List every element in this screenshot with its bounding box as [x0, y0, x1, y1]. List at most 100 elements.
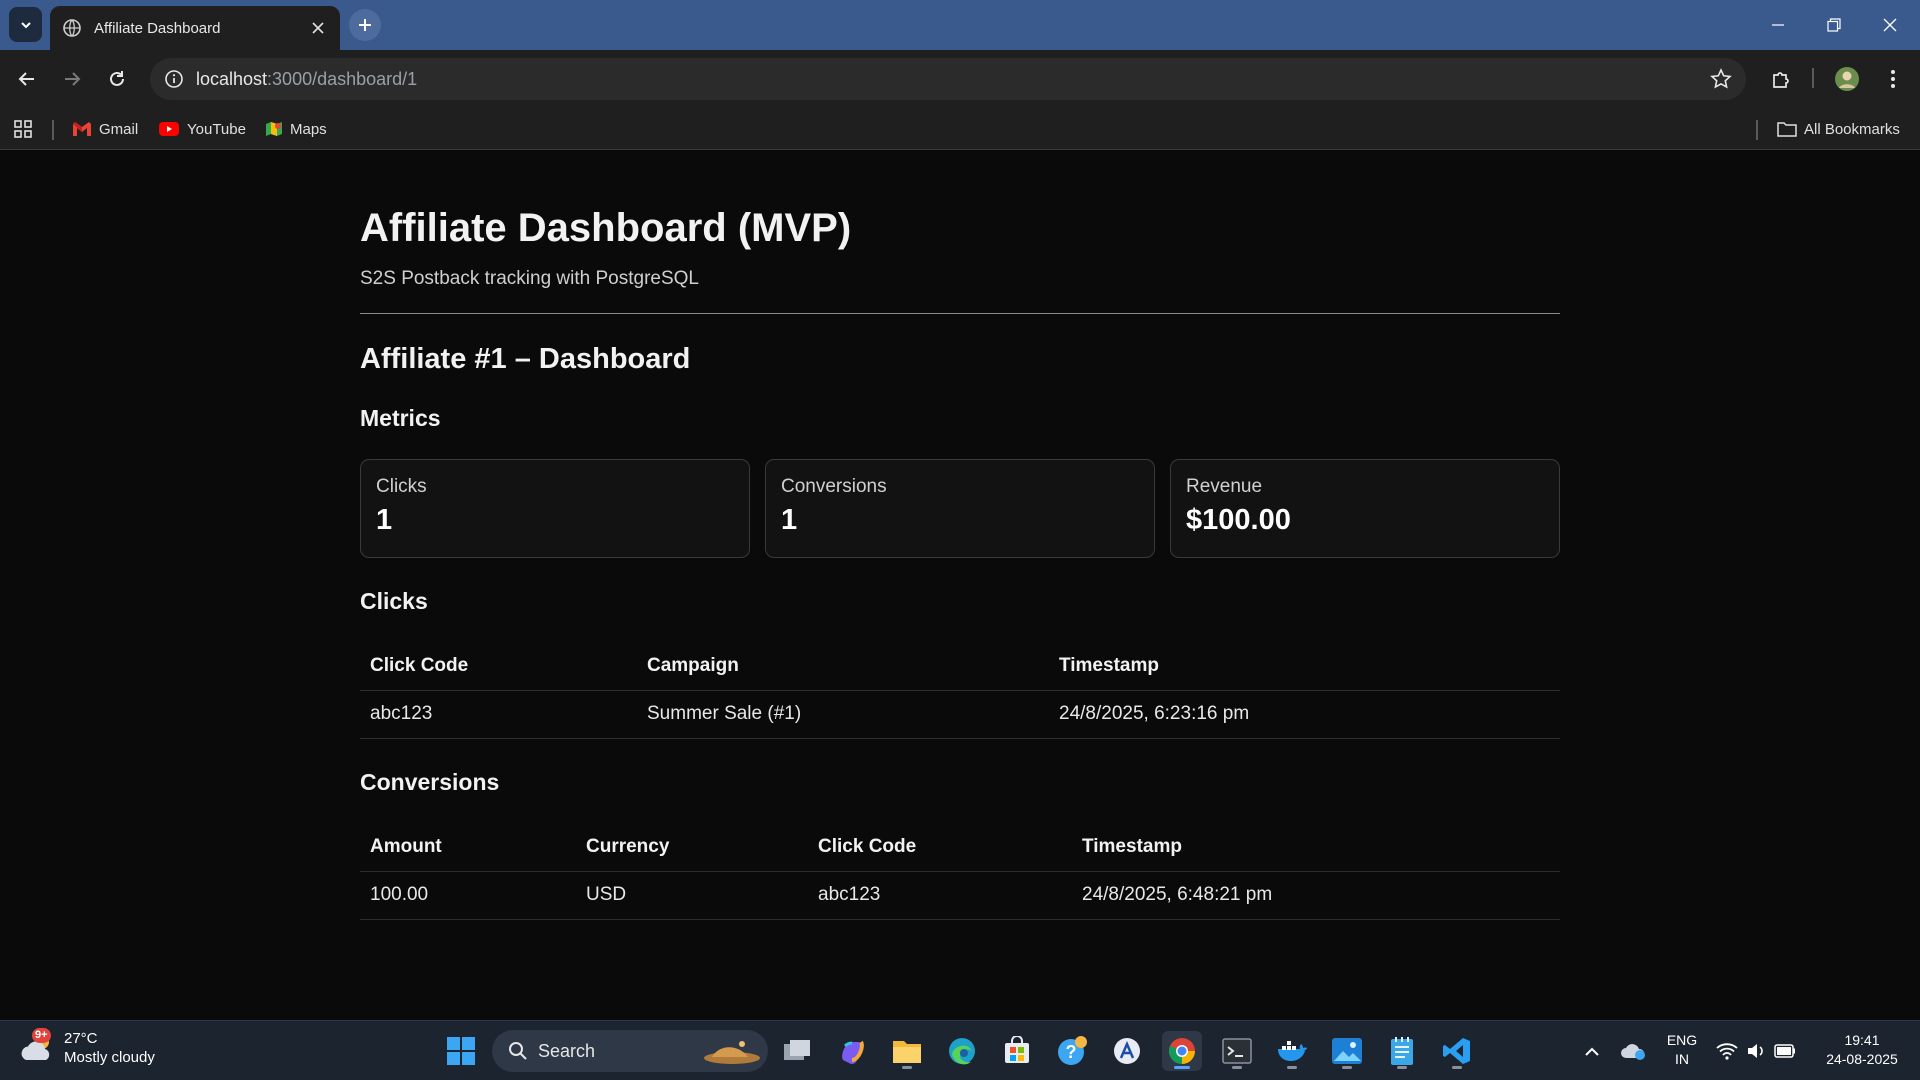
clock-time: 19:41	[1844, 1032, 1880, 1048]
running-indicator	[1452, 1066, 1462, 1069]
tab-strip: Affiliate Dashboard	[0, 0, 1920, 50]
minimize-button[interactable]	[1750, 0, 1806, 50]
tab-close-icon[interactable]	[308, 18, 328, 38]
apps-button[interactable]	[13, 116, 40, 142]
bookmarks-divider	[1756, 120, 1758, 140]
table-cell: 24/8/2025, 6:23:16 pm	[1049, 690, 1560, 739]
metric-value: 1	[376, 504, 393, 536]
info-icon[interactable]	[164, 69, 184, 89]
profile-avatar[interactable]	[1830, 62, 1864, 96]
edge-button[interactable]	[942, 1031, 982, 1071]
restore-button[interactable]	[1806, 0, 1862, 50]
column-header: Click Code	[808, 823, 1072, 872]
reload-icon	[110, 71, 124, 86]
column-header: Campaign	[637, 642, 1049, 691]
bookmark-label: Gmail	[99, 120, 139, 138]
vscode-button[interactable]	[1437, 1031, 1477, 1071]
browser-toolbar: localhost:3000/dashboard/1	[0, 50, 1920, 108]
more-vertical-icon	[1891, 70, 1895, 88]
bookmark-label: YouTube	[187, 120, 246, 138]
weather-text: 27°C Mostly cloudy	[64, 1029, 155, 1067]
quick-settings-button[interactable]	[1706, 1031, 1806, 1071]
tab-search-button[interactable]	[9, 7, 42, 42]
language-top: ENG	[1666, 1032, 1698, 1048]
table-cell: abc123	[808, 871, 1072, 920]
start-button[interactable]	[441, 1031, 481, 1071]
weather-badge: 9+	[32, 1028, 51, 1043]
tab-title: Affiliate Dashboard	[94, 19, 221, 37]
column-header: Timestamp	[1072, 823, 1560, 872]
help-button[interactable]: ?	[1052, 1031, 1092, 1071]
taskbar-search[interactable]: Search	[492, 1030, 768, 1072]
close-icon	[1883, 18, 1897, 32]
docker-icon	[1278, 1041, 1307, 1061]
folder-icon	[1777, 122, 1797, 137]
avatar-icon	[1835, 67, 1859, 91]
puzzle-icon	[1773, 72, 1789, 88]
bookmark-label: Maps	[290, 120, 327, 138]
url-path: :3000/dashboard/1	[267, 68, 418, 89]
store-button[interactable]	[997, 1031, 1037, 1071]
windows-icon	[447, 1037, 475, 1065]
chrome-icon	[1168, 1038, 1195, 1065]
clock[interactable]: 19:41 24-08-2025	[1812, 1031, 1912, 1069]
reload-button[interactable]	[100, 62, 134, 96]
bookmarks-divider	[52, 120, 54, 140]
arrow-left-icon	[18, 72, 34, 86]
url-host: localhost	[196, 68, 268, 89]
file-explorer-button[interactable]	[887, 1031, 927, 1071]
close-window-button[interactable]	[1862, 0, 1918, 50]
metric-value: $100.00	[1186, 504, 1291, 536]
language-indicator[interactable]: ENG IN	[1660, 1031, 1704, 1069]
new-tab-button[interactable]	[349, 9, 381, 41]
restore-icon	[1827, 18, 1841, 32]
help-icon: ?	[1058, 1036, 1087, 1065]
running-indicator	[1174, 1066, 1190, 1069]
globe-icon	[63, 19, 81, 37]
app-a-icon	[1114, 1038, 1140, 1064]
chrome-button[interactable]	[1162, 1031, 1202, 1071]
star-icon[interactable]	[1710, 68, 1732, 90]
toolbar-divider	[1812, 68, 1814, 88]
bookmark-maps[interactable]: Maps	[265, 116, 327, 142]
task-view-button[interactable]	[777, 1031, 817, 1071]
menu-button[interactable]	[1876, 62, 1910, 96]
copilot-button[interactable]	[832, 1031, 872, 1071]
folder-icon	[893, 1041, 921, 1063]
notepad-button[interactable]	[1382, 1031, 1422, 1071]
column-header: Timestamp	[1049, 642, 1560, 691]
battery-icon	[1774, 1044, 1795, 1058]
bookmark-youtube[interactable]: YouTube	[158, 116, 246, 142]
store-icon	[1005, 1036, 1029, 1063]
forward-button[interactable]	[55, 62, 89, 96]
table-cell: USD	[576, 871, 808, 920]
all-bookmarks-button[interactable]: All Bookmarks	[1777, 116, 1900, 142]
bookmark-gmail[interactable]: Gmail	[72, 116, 138, 142]
extensions-button[interactable]	[1764, 62, 1798, 96]
app-a-button[interactable]	[1107, 1031, 1147, 1071]
table-row: 100.00 USD abc123 24/8/2025, 6:48:21 pm	[360, 871, 1560, 920]
all-bookmarks-label: All Bookmarks	[1804, 120, 1900, 138]
weather-widget[interactable]: 9+ 27°C Mostly cloudy	[20, 1028, 155, 1067]
minimize-icon	[1772, 24, 1784, 26]
terminal-button[interactable]	[1217, 1031, 1257, 1071]
address-bar[interactable]: localhost:3000/dashboard/1	[150, 58, 1746, 100]
browser-tab[interactable]: Affiliate Dashboard	[50, 6, 340, 50]
search-icon	[509, 1042, 527, 1060]
maps-icon	[266, 122, 282, 136]
conversions-heading: Conversions	[360, 769, 500, 795]
chevron-up-icon	[1585, 1047, 1599, 1056]
terminal-icon	[1222, 1038, 1252, 1064]
show-hidden-icons-button[interactable]	[1572, 1031, 1612, 1071]
docker-button[interactable]	[1272, 1031, 1312, 1071]
table-header-row: Click Code Campaign Timestamp	[360, 642, 1560, 691]
clicks-table: Click Code Campaign Timestamp abc123 Sum…	[360, 642, 1560, 739]
photos-button[interactable]	[1327, 1031, 1367, 1071]
search-highlight-icon	[704, 1041, 760, 1064]
onedrive-button[interactable]	[1613, 1031, 1653, 1071]
speaker-icon	[1748, 1044, 1763, 1058]
page-title: Affiliate Dashboard (MVP)	[360, 206, 852, 250]
column-header: Click Code	[360, 642, 637, 691]
bookmarks-bar: Gmail YouTube Maps All Bookmarks	[0, 108, 1920, 150]
back-button[interactable]	[10, 62, 44, 96]
